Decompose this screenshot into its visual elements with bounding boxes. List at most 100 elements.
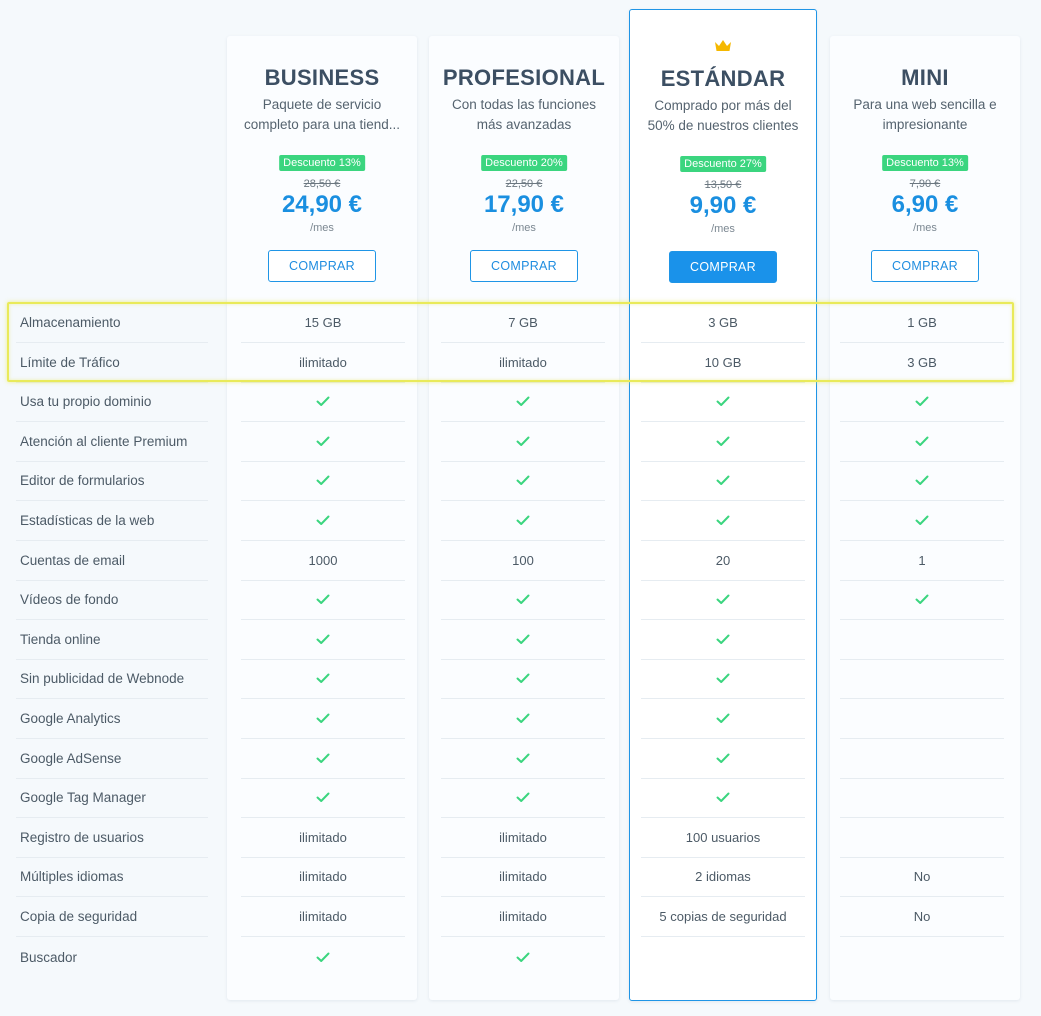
buy-button[interactable]: COMPRAR [871, 250, 979, 282]
feature-cell [840, 659, 1004, 699]
check-icon [716, 436, 730, 446]
feature-label: Registro de usuarios [16, 818, 208, 858]
check-icon [516, 515, 530, 525]
feature-label: Estadísticas de la web [16, 501, 208, 541]
check-icon [516, 634, 530, 644]
feature-cell [840, 937, 1004, 977]
check-icon [915, 594, 929, 604]
check-icon [516, 713, 530, 723]
check-icon [716, 396, 730, 406]
feature-value: No [913, 909, 931, 924]
feature-cell [441, 501, 605, 541]
feature-cell: ilimitado [441, 857, 605, 897]
price: 9,90 € [689, 192, 757, 219]
feature-value: ilimitado [499, 355, 547, 370]
check-icon [915, 475, 929, 485]
feature-value: ilimitado [499, 869, 547, 884]
feature-cell [241, 778, 405, 818]
check-icon [516, 436, 530, 446]
feature-label: Google Tag Manager [16, 778, 208, 818]
check-icon [716, 634, 730, 644]
buy-button[interactable]: COMPRAR [470, 250, 578, 282]
feature-cell: 3 GB [840, 343, 1004, 383]
feature-cell: No [840, 857, 1004, 897]
feature-value: 100 usuarios [685, 830, 761, 845]
feature-cell [840, 739, 1004, 779]
check-icon [316, 634, 330, 644]
discount-badge: Descuento 20% [481, 155, 567, 171]
feature-value: 100 [512, 553, 534, 568]
feature-value: 10 GB [704, 355, 742, 370]
check-icon [516, 594, 530, 604]
feature-label: Copia de seguridad [16, 897, 208, 937]
feature-cell: 1 GB [840, 303, 1004, 343]
feature-cell: ilimitado [241, 857, 405, 897]
feature-cell [441, 937, 605, 977]
buy-button[interactable]: COMPRAR [669, 251, 777, 283]
feature-value: 1 GB [907, 315, 937, 330]
feature-value: 20 [715, 553, 731, 568]
feature-cell [641, 422, 805, 462]
feature-cell [641, 580, 805, 620]
feature-value: 5 copias de seguridad [659, 909, 787, 924]
check-icon [516, 396, 530, 406]
old-price: 28,50 € [303, 178, 341, 190]
price-period: /mes [711, 223, 735, 235]
feature-cell: 15 GB [241, 303, 405, 343]
feature-cell: ilimitado [441, 818, 605, 858]
old-price: 13,50 € [704, 179, 742, 191]
feature-cell: 10 GB [641, 343, 805, 383]
check-icon [316, 396, 330, 406]
check-icon [316, 713, 330, 723]
check-icon [316, 952, 330, 962]
feature-cell [641, 620, 805, 660]
feature-value: ilimitado [299, 355, 347, 370]
check-icon [716, 713, 730, 723]
feature-cell [840, 461, 1004, 501]
check-icon [516, 792, 530, 802]
check-icon [316, 594, 330, 604]
crown-icon [715, 40, 731, 51]
old-price: 7,90 € [909, 178, 941, 190]
feature-label: Sin publicidad de Webnode [16, 659, 208, 699]
feature-cell [840, 620, 1004, 660]
feature-cell: 5 copias de seguridad [641, 897, 805, 937]
price-period: /mes [310, 222, 334, 234]
check-icon [316, 753, 330, 763]
price: 6,90 € [891, 191, 959, 218]
check-icon [316, 475, 330, 485]
price: 24,90 € [281, 191, 363, 218]
feature-cell: 3 GB [641, 303, 805, 343]
feature-cell [241, 461, 405, 501]
price: 17,90 € [483, 191, 565, 218]
feature-cell: 1 [840, 541, 1004, 581]
feature-cell [840, 818, 1004, 858]
feature-label: Buscador [20, 949, 78, 965]
feature-cell [840, 580, 1004, 620]
feature-value: ilimitado [299, 830, 347, 845]
feature-cell: ilimitado [241, 818, 405, 858]
feature-value: 3 GB [708, 315, 738, 330]
feature-cell [840, 778, 1004, 818]
feature-cell: ilimitado [241, 897, 405, 937]
check-icon [516, 952, 530, 962]
feature-cell [241, 739, 405, 779]
feature-cell: ilimitado [241, 343, 405, 383]
feature-cell: No [840, 897, 1004, 937]
buy-button[interactable]: COMPRAR [268, 250, 376, 282]
feature-value: ilimitado [299, 909, 347, 924]
feature-cell [241, 937, 405, 977]
feature-cell: 2 idiomas [641, 857, 805, 897]
feature-cell [441, 382, 605, 422]
check-icon [516, 753, 530, 763]
check-icon [316, 792, 330, 802]
check-icon [316, 436, 330, 446]
plan-name: ESTÁNDAR [660, 66, 786, 91]
check-icon [716, 515, 730, 525]
feature-cell [441, 461, 605, 501]
plan-description: Con todas las funciones más avanzadas [451, 97, 597, 132]
check-icon [716, 753, 730, 763]
feature-cell [641, 739, 805, 779]
feature-value: 15 GB [304, 315, 342, 330]
feature-cell: ilimitado [441, 343, 605, 383]
